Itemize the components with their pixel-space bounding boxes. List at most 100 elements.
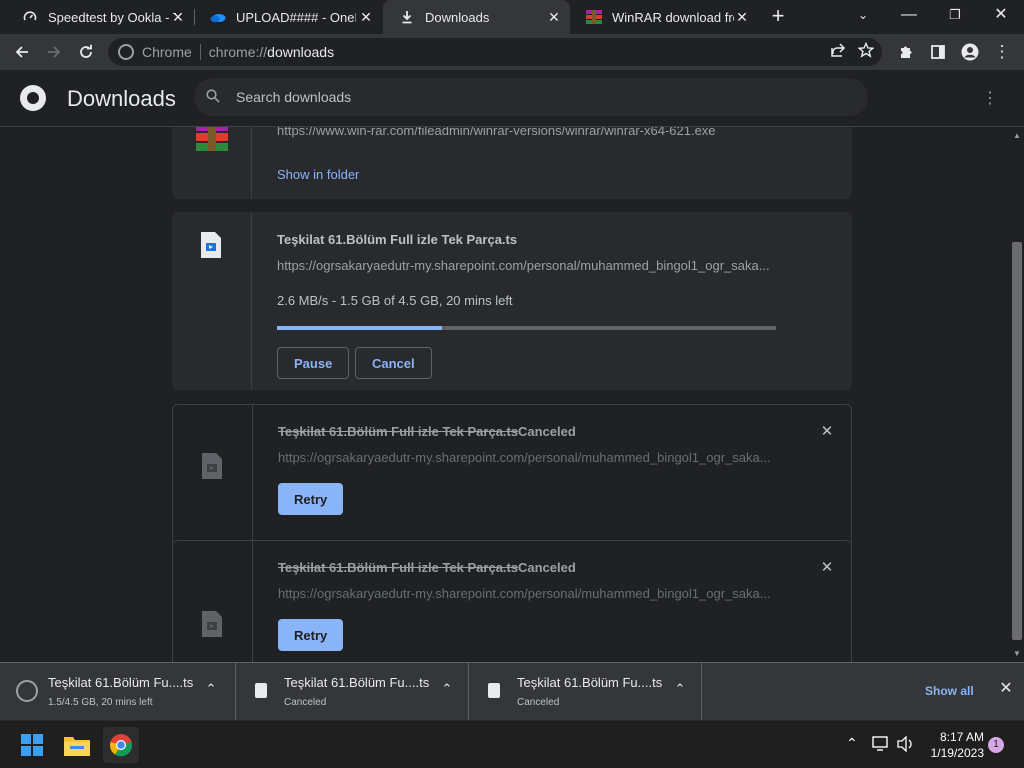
url-host: downloads <box>267 44 335 60</box>
chrome-taskbar-icon[interactable] <box>103 727 139 763</box>
bookmark-star-icon[interactable] <box>857 41 875 62</box>
download-card-canceled: Teşkilat 61.Bölüm Full izle Tek Parça.ts… <box>172 404 852 548</box>
tab-title: WinRAR download free <box>612 9 734 25</box>
shelf-item-canceled[interactable]: Teşkilat 61.Bölüm Fu....ts Canceled ⌃ <box>236 663 469 721</box>
tab-search-chevron-icon[interactable]: ⌄ <box>840 0 886 34</box>
remove-from-list-icon[interactable]: ✕ <box>819 424 835 440</box>
file-name-link[interactable]: Teşkilat 61.Bölüm Full izle Tek Parça.ts <box>277 232 517 247</box>
chrome-logo-icon <box>20 85 46 111</box>
show-hidden-icons-chevron-icon[interactable]: ⌃ <box>846 735 858 752</box>
restore-button[interactable]: ❐ <box>932 0 978 34</box>
volume-icon[interactable] <box>897 735 915 755</box>
status-label: Canceled <box>518 560 576 575</box>
browser-toolbar: Chrome chrome:// downloads ⋮ <box>0 34 1024 70</box>
search-icon <box>206 89 222 105</box>
tab-downloads[interactable]: Downloads ✕ <box>383 0 570 34</box>
tab-winrar[interactable]: WinRAR download free ✕ <box>570 0 758 34</box>
file-url: https://ogrsakaryaedutr-my.sharepoint.co… <box>278 586 771 601</box>
scroll-down-arrow-icon[interactable]: ▼ <box>1012 649 1022 658</box>
network-icon[interactable] <box>872 736 890 755</box>
tab-strip: Speedtest by Ookla - T ✕ UPLOAD#### - On… <box>0 0 1024 34</box>
more-actions-icon[interactable]: ⋮ <box>980 88 1000 108</box>
shelf-file-status: 1.5/4.5 GB, 20 mins left <box>48 697 153 708</box>
minimize-button[interactable]: — <box>886 0 932 34</box>
clock-time: 8:17 AM <box>939 730 984 744</box>
file-icon-column <box>173 541 253 662</box>
show-in-folder-link[interactable]: Show in folder <box>277 167 359 182</box>
side-panel-icon[interactable] <box>924 38 952 66</box>
share-icon[interactable] <box>830 42 846 62</box>
winrar-file-icon <box>196 127 228 151</box>
profile-avatar-icon[interactable] <box>956 38 984 66</box>
close-tab-icon[interactable]: ✕ <box>734 9 750 25</box>
address-bar[interactable]: Chrome chrome:// downloads <box>108 38 882 66</box>
tab-onedrive[interactable]: UPLOAD#### - OneDri ✕ <box>194 0 382 34</box>
download-icon <box>399 9 415 25</box>
file-icon-column <box>172 212 252 390</box>
pause-button[interactable]: Pause <box>277 347 350 379</box>
scrollbar-thumb[interactable] <box>1012 242 1022 640</box>
onedrive-icon <box>210 9 226 25</box>
show-all-link[interactable]: Show all <box>925 684 974 698</box>
status-label: Canceled <box>518 424 576 439</box>
progress-bar <box>277 326 776 330</box>
search-box[interactable] <box>194 78 868 116</box>
remove-from-list-icon[interactable]: ✕ <box>819 560 835 576</box>
windows-taskbar: ⌃ 8:17 AM 1/19/2023 1 <box>0 720 1024 768</box>
cancel-button[interactable]: Cancel <box>355 347 432 379</box>
close-shelf-icon[interactable]: ✕ <box>998 681 1014 697</box>
site-label: Chrome <box>142 44 192 60</box>
page-scrollbar[interactable]: ▲ ▼ <box>1008 127 1024 662</box>
chrome-menu-icon[interactable]: ⋮ <box>988 38 1016 66</box>
close-tab-icon[interactable]: ✕ <box>170 9 186 25</box>
system-clock[interactable]: 8:17 AM 1/19/2023 <box>924 729 984 761</box>
close-tab-icon[interactable]: ✕ <box>546 9 562 25</box>
shelf-file-name: Teşkilat 61.Bölüm Fu....ts <box>517 675 663 690</box>
progress-bar-fill <box>277 326 442 330</box>
downloads-list: https://www.win-rar.com/fileadmin/winrar… <box>0 127 1008 662</box>
file-icon-column <box>172 127 252 199</box>
notification-badge[interactable]: 1 <box>988 737 1004 753</box>
progress-status: 2.6 MB/s - 1.5 GB of 4.5 GB, 20 mins lef… <box>277 293 513 308</box>
shelf-item-canceled[interactable]: Teşkilat 61.Bölüm Fu....ts Canceled ⌃ <box>469 663 702 721</box>
back-button[interactable] <box>8 38 36 66</box>
shelf-file-name: Teşkilat 61.Bölüm Fu....ts <box>284 675 430 690</box>
scroll-up-arrow-icon[interactable]: ▲ <box>1012 131 1022 140</box>
url-scheme: chrome:// <box>208 44 268 60</box>
video-file-icon <box>488 683 500 698</box>
clock-date: 1/19/2023 <box>930 746 984 760</box>
chevron-up-icon[interactable]: ⌃ <box>203 681 219 697</box>
windows-start-icon[interactable] <box>14 727 50 763</box>
chrome-site-icon <box>118 44 134 60</box>
close-tab-icon[interactable]: ✕ <box>358 9 374 25</box>
file-explorer-icon[interactable] <box>59 727 95 763</box>
download-card-winrar: https://www.win-rar.com/fileadmin/winrar… <box>172 127 852 199</box>
chevron-up-icon[interactable]: ⌃ <box>439 681 455 697</box>
video-file-icon <box>201 232 221 258</box>
video-file-icon <box>202 611 222 637</box>
forward-button[interactable] <box>40 38 68 66</box>
file-name: Teşkilat 61.Bölüm Full izle Tek Parça.ts <box>278 424 519 439</box>
reload-button[interactable] <box>72 38 100 66</box>
file-url[interactable]: https://www.win-rar.com/fileadmin/winrar… <box>277 127 777 139</box>
tab-title: UPLOAD#### - OneDri <box>236 9 356 25</box>
download-shelf: Teşkilat 61.Bölüm Fu....ts 1.5/4.5 GB, 2… <box>0 662 1024 721</box>
retry-button[interactable]: Retry <box>278 483 344 515</box>
tab-speedtest[interactable]: Speedtest by Ookla - T ✕ <box>6 0 194 34</box>
chevron-up-icon[interactable]: ⌃ <box>672 681 688 697</box>
new-tab-button[interactable]: + <box>766 5 790 29</box>
video-file-icon <box>202 453 222 479</box>
retry-button[interactable]: Retry <box>278 619 344 651</box>
search-input[interactable] <box>236 89 796 105</box>
file-name: Teşkilat 61.Bölüm Full izle Tek Parça.ts <box>278 560 519 575</box>
tab-title: Speedtest by Ookla - T <box>48 9 176 25</box>
extensions-puzzle-icon[interactable] <box>892 38 920 66</box>
shelf-item-active[interactable]: Teşkilat 61.Bölüm Fu....ts 1.5/4.5 GB, 2… <box>0 663 236 721</box>
close-window-button[interactable]: ✕ <box>978 0 1024 34</box>
file-url[interactable]: https://ogrsakaryaedutr-my.sharepoint.co… <box>277 258 777 273</box>
download-card-canceled: Teşkilat 61.Bölüm Full izle Tek Parça.ts… <box>172 540 852 662</box>
speedtest-icon <box>22 9 38 25</box>
download-progress-ring-icon <box>16 680 38 702</box>
winrar-icon <box>586 9 602 25</box>
omnibox-divider <box>199 44 201 60</box>
